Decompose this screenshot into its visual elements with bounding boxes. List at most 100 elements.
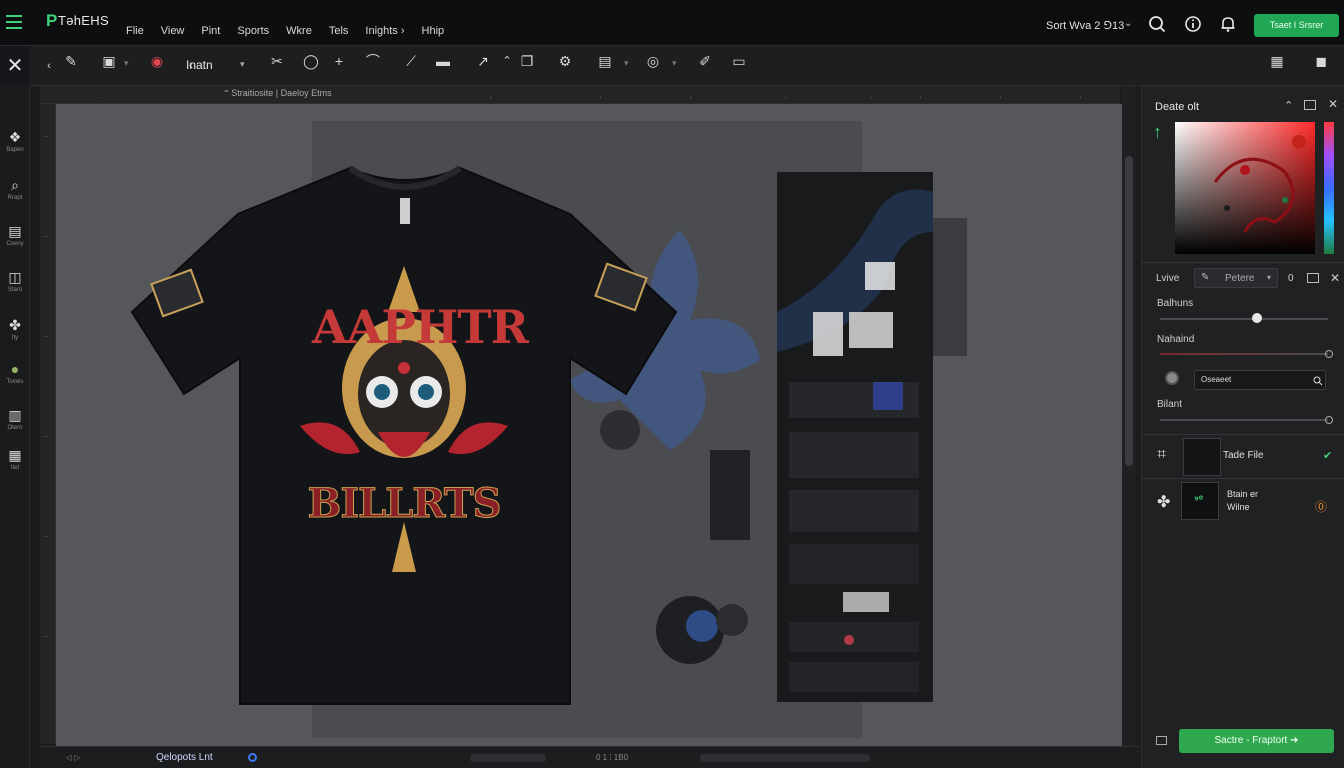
hue-slider[interactable] [1324, 122, 1334, 254]
sidebar-item-tovels[interactable]: ● Tovels [0, 362, 30, 385]
back-chevron-icon[interactable]: ‹ [38, 59, 60, 73]
grid-icon: ⌗ [1157, 446, 1167, 463]
layer-search-input[interactable]: Oseaeet [1194, 370, 1326, 390]
layer-thumbnail: ⁹⁰ [1181, 482, 1219, 520]
app-name: TəhEHS [58, 13, 109, 28]
slider-label-bilant: Bilant [1157, 399, 1183, 410]
copy-icon[interactable]: ❐ [516, 54, 538, 68]
settings-icon[interactable]: ▦ [1266, 54, 1288, 78]
horizontal-scrollbar-left[interactable] [470, 754, 546, 762]
document-icon[interactable]: ▤ [594, 54, 616, 78]
layer-row[interactable]: ⌗ Tade File ✔ [1141, 436, 1344, 478]
blend-mode-select[interactable]: ✎ Petere ▾ [1194, 268, 1278, 288]
shield-icon: ● [10, 361, 20, 377]
layer-tool-icon[interactable]: ▬ [432, 54, 454, 78]
add-icon[interactable]: + [328, 54, 350, 68]
brush-tool-icon[interactable]: ✐ [694, 54, 716, 78]
lasso-tool-icon[interactable]: ⌒ [362, 54, 384, 68]
layers-icon: ◫ [8, 269, 22, 285]
panel-toggle-icon[interactable] [1156, 736, 1167, 745]
menu-item-insights[interactable]: Inights › [365, 25, 404, 37]
pen-tool-icon[interactable]: ✎ [60, 54, 82, 78]
arrow-right-icon: ➜ [1290, 735, 1299, 746]
ellipse-tool-icon[interactable]: ◯ [300, 54, 322, 68]
nahaind-slider-track[interactable] [1160, 353, 1328, 355]
layer-name: Btain er Wilne [1227, 489, 1259, 512]
page-indicator: 0 1 ⁞ 1B0 [596, 753, 629, 762]
chevron-down-icon: ⌄ [1124, 18, 1133, 29]
palette-icon: ❖ [8, 129, 22, 145]
bilant-slider-track[interactable] [1160, 419, 1328, 421]
close-layer-icon[interactable]: ✕ [1330, 271, 1340, 285]
hamburger-menu-icon[interactable] [6, 15, 22, 29]
slider-end-icon [1325, 416, 1333, 424]
search-icon[interactable] [1148, 15, 1166, 33]
current-tool-name[interactable]: Inatn [186, 58, 213, 72]
tshirt-top-text: AAPHTR [312, 300, 529, 354]
menu-item-wkre[interactable]: Wkre [286, 25, 312, 37]
menu-item-print[interactable]: Pint [201, 25, 220, 37]
arrow-tool-icon[interactable]: ↗ [472, 54, 494, 68]
tool-options-chevron-icon[interactable]: ▾ [124, 58, 129, 69]
menu-item-help[interactable]: Hhip [422, 25, 445, 37]
target-icon[interactable]: ◎ [642, 54, 664, 78]
maximize-icon[interactable] [1304, 100, 1316, 110]
menu-item-tools[interactable]: Tels [329, 25, 349, 37]
caret-up-icon[interactable]: ⌃ [496, 54, 518, 68]
pencil-icon: ✎ [1201, 272, 1210, 283]
folder-icon: ▤ [8, 223, 22, 239]
vertical-scrollbar[interactable] [1122, 86, 1136, 746]
gear-tool-icon[interactable]: ⚙ [554, 54, 576, 78]
arrow-up-icon[interactable]: ↑ [1153, 122, 1162, 143]
sidebar-item-staro[interactable]: ◫ Staro [0, 270, 30, 293]
horizontal-scrollbar-right[interactable] [700, 754, 870, 762]
frame-tool-icon[interactable]: ▭ [728, 54, 750, 78]
mockup-preview-panel[interactable] [777, 172, 933, 702]
line-tool-icon[interactable]: ⟋ [400, 54, 422, 68]
scrollbar-thumb[interactable] [1125, 156, 1133, 466]
bell-icon[interactable] [1219, 15, 1237, 33]
slider-label-nahaind: Nahaind [1157, 334, 1195, 345]
copy-layer-icon[interactable] [1307, 273, 1319, 283]
profile-icon[interactable]: ◼ [1310, 54, 1332, 78]
share-button[interactable]: Tsaet I Srsrer [1254, 14, 1339, 37]
menu-item-view[interactable]: View [161, 25, 185, 37]
color-picker-splatter [1213, 135, 1306, 233]
ruler-vertical: – – – – – – [40, 104, 56, 744]
sidebar-item-rrapt[interactable]: ⌕ Rrapt [0, 178, 30, 201]
search-icon: ⌕ [11, 177, 19, 193]
document-tab[interactable]: ⁼ Straitiosite | Daeloy Etms [224, 88, 332, 99]
shape-tool-icon[interactable]: ▣ [98, 54, 120, 78]
sidebar-item-coeny[interactable]: ▤ Coeny [0, 224, 30, 247]
status-text: Qelopots Lnt [156, 752, 213, 763]
tshirt-mockup[interactable] [130, 162, 678, 710]
layer-row[interactable]: ✤ ⁹⁰ Btain er Wilne ⓪ [1141, 482, 1344, 524]
tool-options-chevron-icon[interactable]: ▾ [672, 58, 677, 69]
main-menu: Flie View Pint Sports Wkre Tels Inights … [126, 25, 461, 37]
close-panel-icon[interactable]: ✕ [1328, 97, 1338, 111]
search-icon [1313, 376, 1323, 386]
warning-badge-icon[interactable]: ⓪ [1315, 498, 1327, 515]
ruler-horizontal: · ı ı ı ı ı ı ı ı [40, 86, 1120, 104]
record-icon[interactable]: ◉ [146, 54, 168, 68]
menu-item-file[interactable]: Flie [126, 25, 144, 37]
balhuns-slider-track[interactable] [1160, 318, 1328, 320]
tshirt-bottom-text: BILLRTS [307, 480, 502, 528]
sidebar-item-ity[interactable]: ✤ Ity [0, 318, 30, 341]
sidebar-item-itet[interactable]: ▦ Itet [0, 448, 30, 471]
menu-item-sports[interactable]: Sports [237, 25, 269, 37]
crop-tool-icon[interactable]: ✂ [266, 54, 288, 68]
puzzle-icon: ✤ [9, 317, 21, 333]
sort-dropdown[interactable]: Sort Wva 2 ⅁13 [1046, 19, 1124, 32]
sidebar-item-bapen[interactable]: ❖ Bapen [0, 130, 30, 153]
info-icon[interactable] [1184, 15, 1202, 33]
check-icon[interactable]: ✔ [1323, 449, 1332, 462]
tool-options-chevron-icon[interactable]: ▾ [624, 58, 629, 69]
collapse-chevron-icon[interactable]: ⌃ [1284, 99, 1293, 112]
color-swatch[interactable] [1165, 371, 1179, 385]
sidebar-item-otero[interactable]: ▥ Otero [0, 408, 30, 431]
close-icon[interactable]: ✕ [0, 46, 30, 86]
mockup-artwork [777, 189, 933, 692]
toolbar: ✕ ‹ ✎ ▣ ▾ ◉ ‹ Inatn ▾ ✂ ◯ + ⌒ ⟋ ▬ ↗ ⌃ ❐ … [0, 46, 1344, 86]
export-button[interactable]: Sactre - Fraptort ➜ [1179, 729, 1334, 753]
